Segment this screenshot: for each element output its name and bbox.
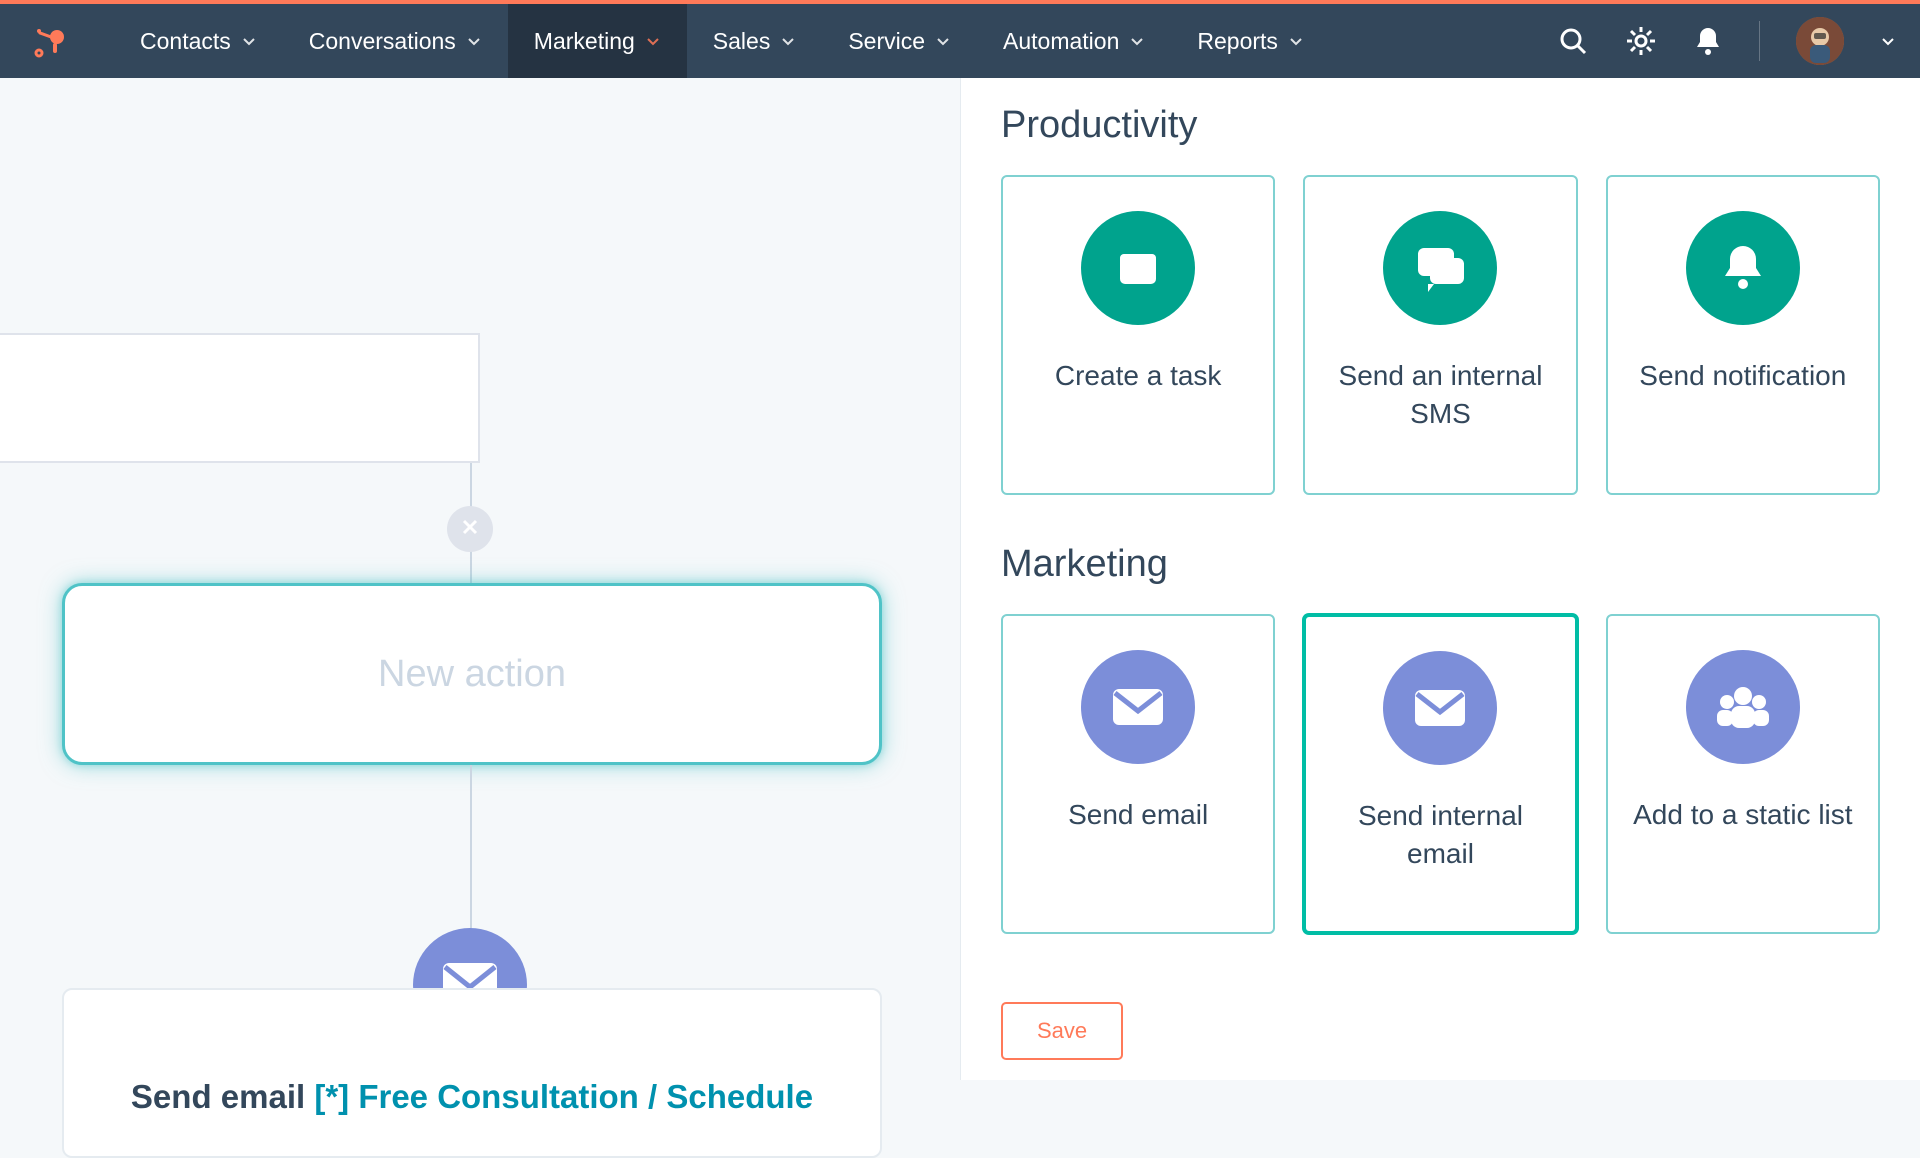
nav-label: Automation <box>1003 28 1119 55</box>
nav-reports[interactable]: Reports <box>1171 4 1330 78</box>
section-title-marketing: Marketing <box>1001 543 1880 586</box>
nav-right <box>1557 17 1896 65</box>
chevron-down-icon <box>645 28 661 55</box>
bell-icon[interactable] <box>1693 25 1723 57</box>
nav-conversations[interactable]: Conversations <box>283 4 508 78</box>
nav-label: Sales <box>713 28 771 55</box>
nav-marketing[interactable]: Marketing <box>508 4 687 78</box>
option-send-internal-email[interactable]: Send internal email <box>1303 614 1577 934</box>
option-send-notification[interactable]: Send notification <box>1606 175 1880 495</box>
nav-label: Marketing <box>534 28 635 55</box>
option-internal-sms[interactable]: Send an internal SMS <box>1303 175 1577 495</box>
productivity-grid: Create a task Send an internal SMS Send … <box>1001 175 1880 495</box>
option-label: Add to a static list <box>1633 796 1852 834</box>
account-chevron-icon[interactable] <box>1880 33 1896 49</box>
step-action-label: Send email <box>131 1078 314 1115</box>
save-label: Save <box>1037 1018 1087 1043</box>
workflow-step-title: Send email [*] Free Consultation / Sched… <box>104 1078 840 1116</box>
chevron-down-icon <box>241 28 257 55</box>
option-add-static-list[interactable]: Add to a static list <box>1606 614 1880 934</box>
marketing-grid: Send email Send internal email Add to a … <box>1001 614 1880 934</box>
people-icon <box>1686 650 1800 764</box>
action-picker-panel: Productivity Create a task Send an inter… <box>960 78 1920 1080</box>
section-title-productivity: Productivity <box>1001 104 1880 147</box>
nav-automation[interactable]: Automation <box>977 4 1171 78</box>
chevron-down-icon <box>935 28 951 55</box>
chevron-down-icon <box>1129 28 1145 55</box>
chevron-down-icon <box>466 28 482 55</box>
close-icon <box>459 516 481 543</box>
enrollment-trigger-card[interactable] <box>0 333 480 463</box>
nav-sales[interactable]: Sales <box>687 4 823 78</box>
workflow-canvas[interactable]: New action Send email [*] Free Consultat… <box>0 78 960 1080</box>
nav-label: Service <box>848 28 925 55</box>
option-label: Send email <box>1068 796 1208 834</box>
task-icon <box>1081 211 1195 325</box>
mail-icon <box>1081 650 1195 764</box>
chevron-down-icon <box>1288 28 1304 55</box>
nav-items: Contacts Conversations Marketing Sales S… <box>114 4 1330 78</box>
nav-service[interactable]: Service <box>822 4 977 78</box>
save-button[interactable]: Save <box>1001 1002 1123 1060</box>
option-label: Send internal email <box>1324 797 1556 873</box>
workflow-step-card[interactable]: Send email [*] Free Consultation / Sched… <box>62 988 882 1158</box>
option-label: Create a task <box>1055 357 1222 395</box>
hubspot-logo[interactable] <box>24 23 74 59</box>
sms-icon <box>1383 211 1497 325</box>
option-label: Send notification <box>1639 357 1846 395</box>
option-create-task[interactable]: Create a task <box>1001 175 1275 495</box>
avatar[interactable] <box>1796 17 1844 65</box>
nav-contacts[interactable]: Contacts <box>114 4 283 78</box>
main: New action Send email [*] Free Consultat… <box>0 78 1920 1080</box>
search-icon[interactable] <box>1557 25 1589 57</box>
step-template-name: [*] Free Consultation / Schedule <box>314 1078 813 1115</box>
remove-step-button[interactable] <box>447 506 493 552</box>
nav-label: Reports <box>1197 28 1278 55</box>
gear-icon[interactable] <box>1625 25 1657 57</box>
mail-icon <box>1383 651 1497 765</box>
new-action-card[interactable]: New action <box>62 583 882 765</box>
top-nav: Contacts Conversations Marketing Sales S… <box>0 4 1920 78</box>
chevron-down-icon <box>780 28 796 55</box>
connector-line <box>470 765 472 945</box>
nav-label: Conversations <box>309 28 456 55</box>
nav-divider <box>1759 21 1760 61</box>
nav-label: Contacts <box>140 28 231 55</box>
option-label: Send an internal SMS <box>1323 357 1557 433</box>
option-send-email[interactable]: Send email <box>1001 614 1275 934</box>
bell-icon <box>1686 211 1800 325</box>
new-action-label: New action <box>378 653 566 696</box>
